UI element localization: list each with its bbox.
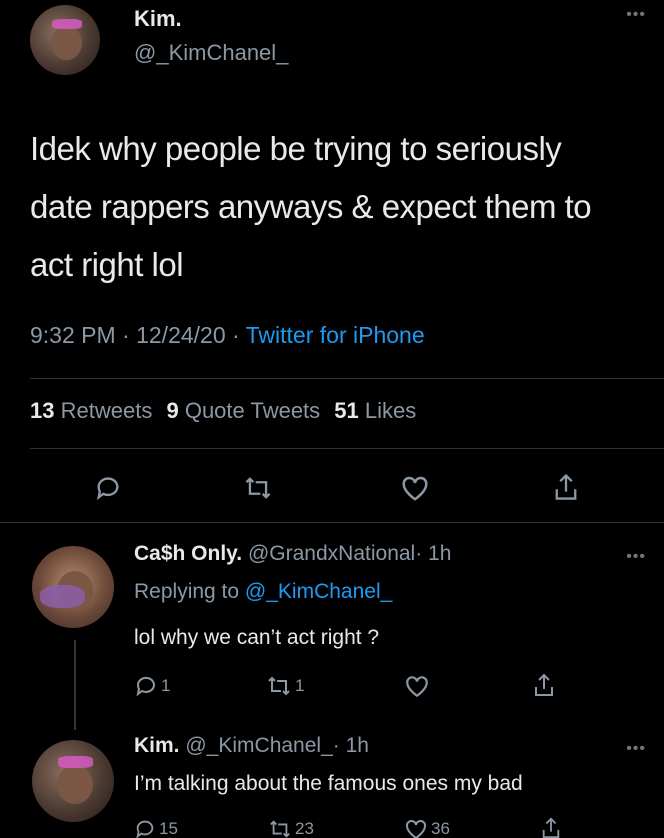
reply-text: lol why we can’t act right ? (134, 626, 380, 649)
quotes-stat[interactable]: 9 Quote Tweets (166, 398, 320, 423)
reply-header: Ca$h Only. @GrandxNational· 1h (134, 542, 451, 566)
retweet-icon[interactable]: 1 (266, 674, 304, 698)
share-icon[interactable] (540, 816, 562, 838)
retweet-icon[interactable] (243, 474, 273, 502)
tweet-meta: 9:32 PM · 12/24/20 · Twitter for iPhone (30, 322, 425, 349)
reply-author-name[interactable]: Kim. (134, 734, 180, 757)
tweet-line: date rappers anyways & expect them to (30, 188, 592, 225)
tweet-source[interactable]: Twitter for iPhone (246, 322, 425, 348)
reply-icon[interactable]: 15 (134, 818, 178, 838)
tweet-line: Idek why people be trying to seriously (30, 130, 562, 167)
reply-count: 15 (159, 819, 178, 838)
retweets-stat[interactable]: 13 Retweets (30, 398, 152, 423)
reply-count: 1 (161, 676, 171, 695)
main-author-name[interactable]: Kim. (134, 6, 182, 32)
reply-author-avatar[interactable] (32, 740, 114, 822)
likes-stat[interactable]: 51 Likes (334, 398, 416, 423)
reply-time[interactable]: · 1h (333, 734, 369, 757)
reply-header: Kim. @_KimChanel_· 1h (134, 734, 369, 758)
like-icon[interactable] (400, 474, 430, 502)
avatar-glasses (58, 756, 93, 768)
avatar-hand (40, 585, 86, 609)
divider (0, 522, 664, 523)
reply-author-avatar[interactable] (32, 546, 114, 628)
replying-to-handle[interactable]: @_KimChanel_ (245, 580, 392, 603)
divider (30, 378, 664, 379)
more-icon[interactable]: ••• (626, 548, 646, 566)
retweet-count: 23 (295, 819, 314, 838)
main-author-avatar[interactable] (30, 5, 100, 75)
tweet-text: Idek why people be trying to seriously d… (30, 120, 650, 294)
avatar-glasses (52, 19, 82, 29)
replying-to: Replying to @_KimChanel_ (134, 580, 392, 604)
reply-author-handle[interactable]: @GrandxNational (248, 542, 415, 565)
reply-author-handle[interactable]: @_KimChanel_ (185, 734, 332, 757)
like-icon[interactable]: 36 (404, 818, 450, 838)
share-icon[interactable] (532, 672, 556, 698)
reply-text: I’m talking about the famous ones my bad (134, 772, 523, 795)
retweet-icon[interactable]: 23 (268, 818, 314, 838)
like-icon[interactable] (404, 674, 430, 698)
retweet-count: 1 (295, 676, 305, 695)
more-icon[interactable]: ••• (626, 740, 646, 758)
like-count: 36 (431, 819, 450, 838)
main-author-handle[interactable]: @_KimChanel_ (134, 40, 288, 66)
divider (30, 448, 664, 449)
avatar-face (51, 26, 82, 60)
thread-line (74, 640, 76, 730)
share-icon[interactable] (552, 472, 580, 502)
reply-icon[interactable]: 1 (134, 674, 170, 698)
tweet-line: act right lol (30, 246, 184, 283)
replying-prefix: Replying to (134, 580, 245, 603)
reply-time[interactable]: · 1h (415, 542, 451, 565)
more-icon[interactable]: ••• (626, 6, 646, 24)
tweet-stats: 13 Retweets 9 Quote Tweets 51 Likes (30, 398, 416, 424)
reply-author-name[interactable]: Ca$h Only. (134, 542, 242, 565)
tweet-timestamp[interactable]: 9:32 PM · 12/24/20 · (30, 322, 246, 348)
reply-icon[interactable] (94, 474, 122, 502)
avatar-face (56, 764, 93, 804)
